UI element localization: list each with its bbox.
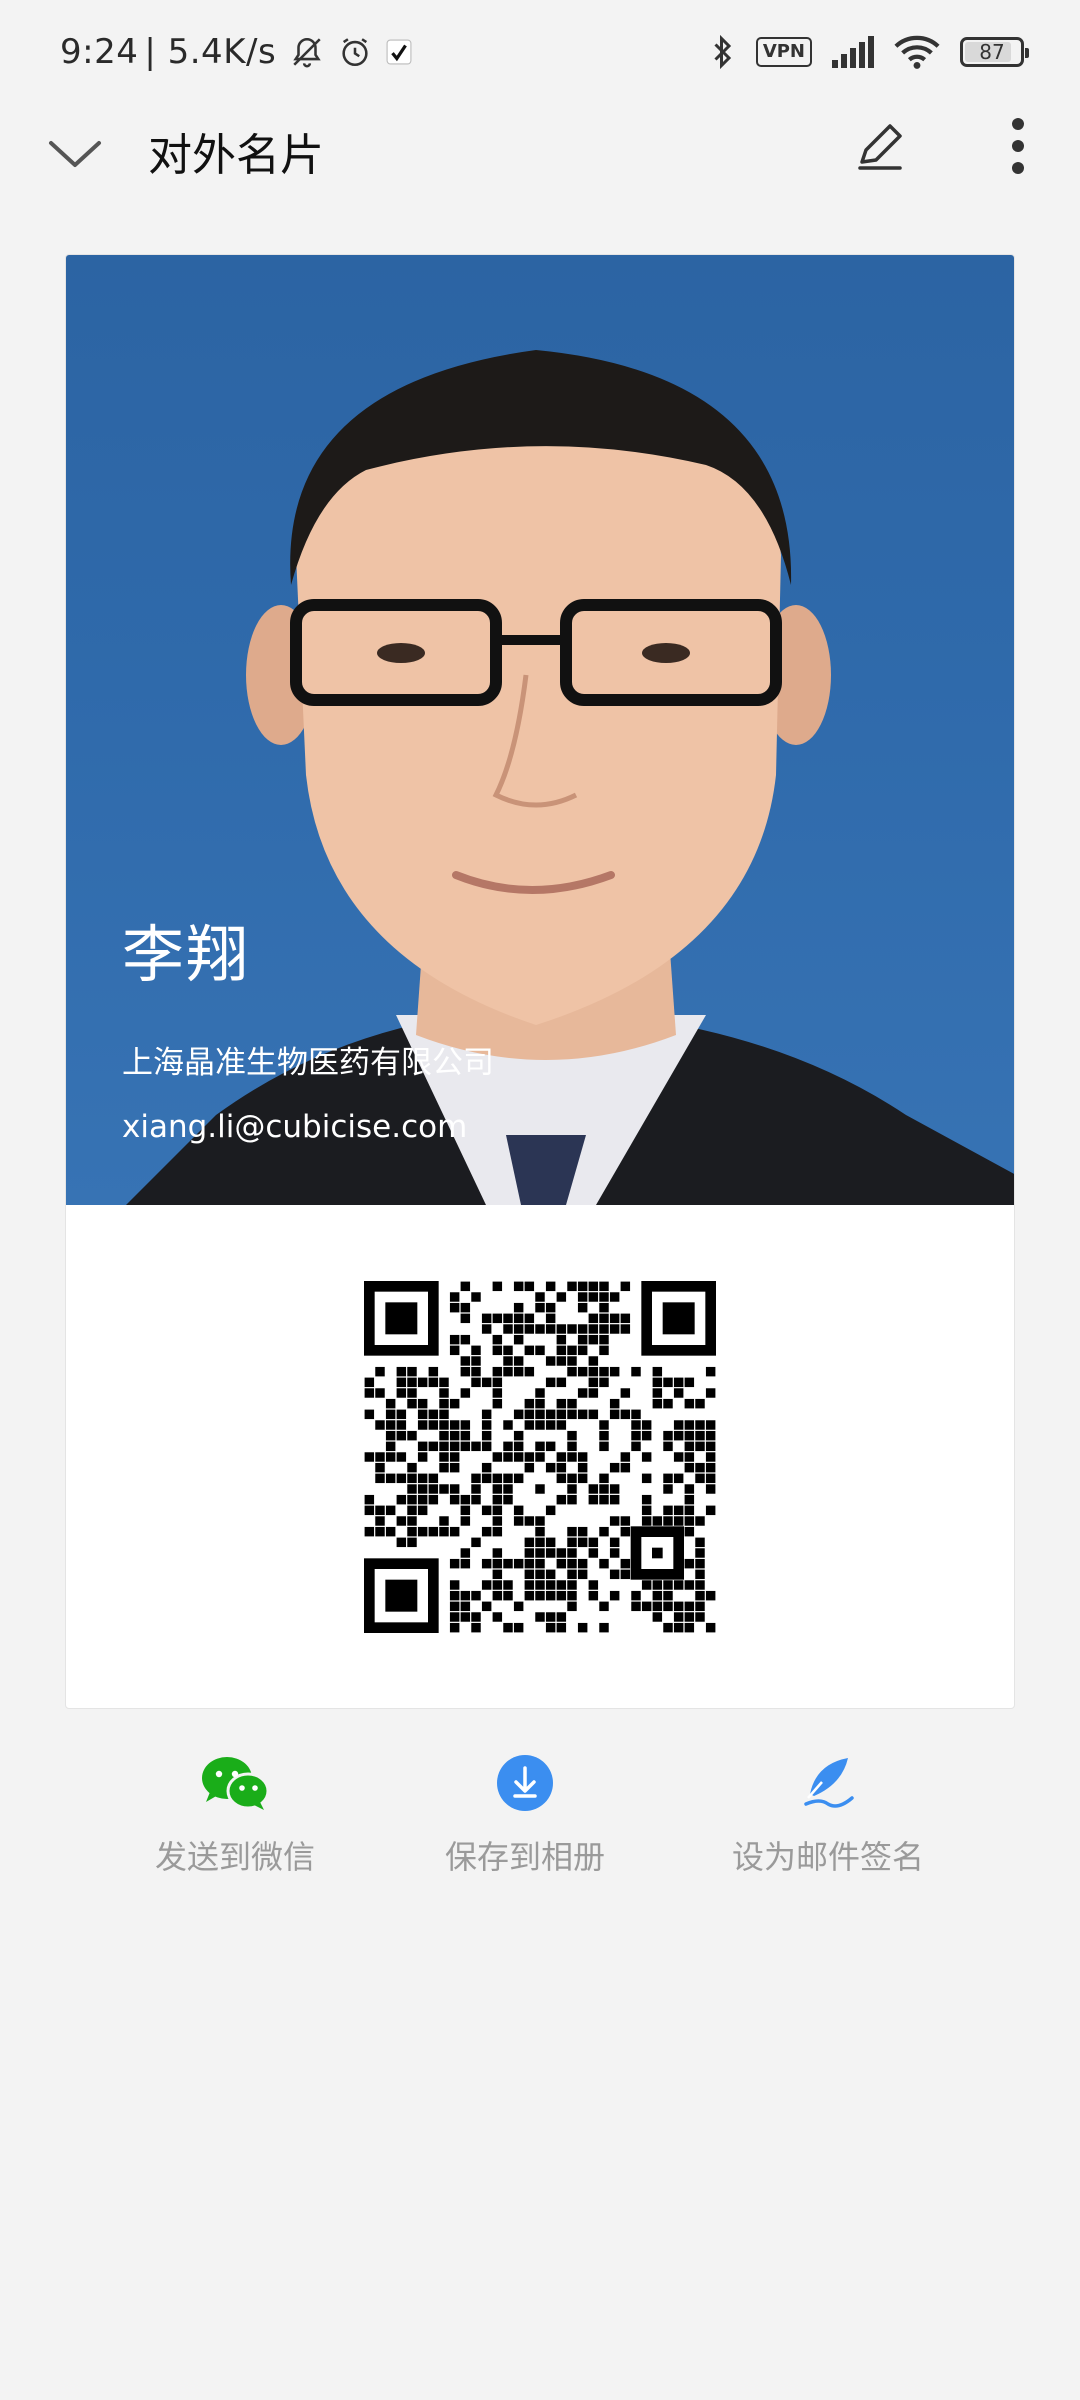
edit-pencil-icon [852, 118, 908, 178]
status-net-speed: | 5.4K/s [144, 32, 277, 72]
set-email-signature-label: 设为邮件签名 [731, 1838, 924, 1876]
app-notification-icon [386, 39, 412, 65]
signature-pen-icon [793, 1752, 863, 1814]
contact-company: 上海晶准生物医药有限公司 [122, 1045, 494, 1081]
download-icon [490, 1752, 560, 1814]
set-email-signature-button[interactable]: 设为邮件签名 [728, 1752, 928, 1878]
mute-bell-icon [290, 35, 324, 69]
contact-name: 李翔 [122, 918, 251, 991]
status-bar: 9:24 | 5.4K/s VPN 87 [0, 0, 1080, 104]
qr-code [364, 1281, 716, 1633]
status-time: 9:24 [60, 32, 139, 72]
contact-email: xiang.li@cubicise.com [122, 1109, 468, 1145]
vpn-icon: VPN [755, 37, 812, 67]
bluetooth-icon [710, 34, 736, 70]
status-bar-right: VPN 87 [710, 34, 1029, 70]
action-row: 发送到微信 保存到相册 设为邮件签名 [0, 1752, 1080, 1892]
chevron-down-icon [47, 139, 103, 173]
save-to-album-label: 保存到相册 [444, 1838, 605, 1876]
save-to-album-button[interactable]: 保存到相册 [440, 1752, 610, 1878]
wifi-icon [894, 34, 940, 70]
signal-icon [832, 36, 874, 68]
more-vertical-icon [1010, 116, 1026, 180]
more-button[interactable] [988, 108, 1048, 188]
title-bar: 对外名片 [0, 104, 1080, 204]
collapse-button[interactable] [40, 126, 110, 186]
page-title: 对外名片 [148, 130, 324, 181]
edit-button[interactable] [844, 112, 916, 184]
profile-photo: 李翔 上海晶准生物医药有限公司 xiang.li@cubicise.com [66, 255, 1014, 1205]
send-to-wechat-label: 发送到微信 [154, 1838, 315, 1876]
qr-code-graphic [364, 1281, 716, 1633]
status-bar-left: 9:24 | 5.4K/s [60, 32, 412, 72]
wechat-icon [200, 1752, 270, 1814]
battery-icon: 87 [960, 37, 1029, 67]
send-to-wechat-button[interactable]: 发送到微信 [150, 1752, 320, 1878]
battery-percent: 87 [979, 40, 1005, 64]
alarm-icon [338, 35, 372, 69]
business-card: 李翔 上海晶准生物医药有限公司 xiang.li@cubicise.com [65, 254, 1015, 1709]
